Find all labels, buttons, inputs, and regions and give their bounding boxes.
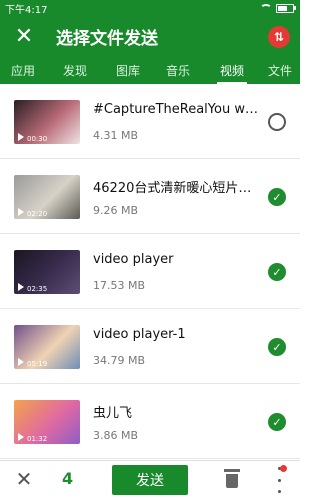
clear-selection-button[interactable]: ✕ <box>12 467 36 491</box>
video-size: 9.26 MB <box>93 204 139 217</box>
checked-icon[interactable]: ✓ <box>268 188 286 206</box>
sort-button[interactable]: ⇅ <box>268 26 290 48</box>
video-list: 00:30 #CaptureTheRealYou with... 4.31 MB 02… <box>0 84 300 460</box>
battery-icon <box>276 3 296 13</box>
bottom-action-bar: ✕ 4 发送 <box>0 460 300 500</box>
play-icon <box>18 433 24 441</box>
video-list-item[interactable]: 00:30 #CaptureTheRealYou with... 4.31 MB <box>0 84 300 159</box>
video-name: video player <box>93 252 174 267</box>
checked-icon[interactable]: ✓ <box>268 413 286 431</box>
tab-1[interactable]: 发现 <box>46 56 104 84</box>
video-size: 4.31 MB <box>93 129 139 142</box>
tab-bar: 应用 发现 图库 音乐 视频 文件 <box>0 56 300 84</box>
video-name: 虫儿飞 <box>93 406 133 421</box>
video-list-item[interactable]: 02:20 46220台式清新暖心短片《... 9.26 MB ✓ <box>0 159 300 234</box>
video-duration: 02:35 <box>27 285 48 293</box>
wifi-icon <box>260 3 272 13</box>
status-time: 下午4:17 <box>5 4 48 16</box>
play-icon <box>18 133 24 141</box>
play-icon <box>18 358 24 366</box>
close-button[interactable]: ✕ <box>0 16 48 56</box>
video-duration: 00:30 <box>27 135 48 143</box>
status-icons <box>260 3 296 13</box>
tab-3[interactable]: 音乐 <box>152 56 204 84</box>
video-thumbnail: 00:30 <box>14 100 80 144</box>
tab-4[interactable]: 视频 <box>204 56 260 84</box>
video-name: 46220台式清新暖心短片《... <box>93 181 258 196</box>
checked-icon[interactable]: ✓ <box>268 338 286 356</box>
notification-badge <box>280 465 287 472</box>
video-thumbnail: 01:32 <box>14 400 80 444</box>
tab-0[interactable]: 应用 <box>0 56 46 84</box>
delete-button[interactable] <box>224 469 240 489</box>
status-bar: 下午4:17 <box>0 0 300 16</box>
app-root: 下午4:17 ✕ 选择文件发送 ⇅ 应用 发现 图库 音乐 视频 文件 00:30 #Cap… <box>0 0 300 500</box>
tab-5[interactable]: 文件 <box>260 56 300 84</box>
checked-icon[interactable]: ✓ <box>268 263 286 281</box>
video-duration: 01:32 <box>27 435 48 443</box>
video-duration: 02:20 <box>27 210 48 218</box>
page-title: 选择文件发送 <box>56 28 158 49</box>
send-button[interactable]: 发送 <box>112 465 188 495</box>
video-thumbnail: 05:19 <box>14 325 80 369</box>
video-thumbnail: 02:20 <box>14 175 80 219</box>
video-size: 34.79 MB <box>93 354 146 367</box>
play-icon <box>18 283 24 291</box>
unchecked-icon[interactable] <box>268 113 286 131</box>
video-thumbnail: 02:35 <box>14 250 80 294</box>
video-name: video player-1 <box>93 327 186 342</box>
header: ✕ 选择文件发送 ⇅ <box>0 16 300 56</box>
video-duration: 05:19 <box>27 360 48 368</box>
video-name: #CaptureTheRealYou with... <box>93 102 258 117</box>
video-list-item[interactable]: 02:35 video player 17.53 MB ✓ <box>0 234 300 309</box>
more-options-button[interactable] <box>273 465 287 493</box>
video-size: 17.53 MB <box>93 279 146 292</box>
tab-2[interactable]: 图库 <box>104 56 152 84</box>
selected-count: 4 <box>62 469 74 488</box>
video-size: 3.86 MB <box>93 429 139 442</box>
play-icon <box>18 208 24 216</box>
video-list-item[interactable]: 01:32 虫儿飞 3.86 MB ✓ <box>0 384 300 459</box>
video-list-item[interactable]: 05:19 video player-1 34.79 MB ✓ <box>0 309 300 384</box>
